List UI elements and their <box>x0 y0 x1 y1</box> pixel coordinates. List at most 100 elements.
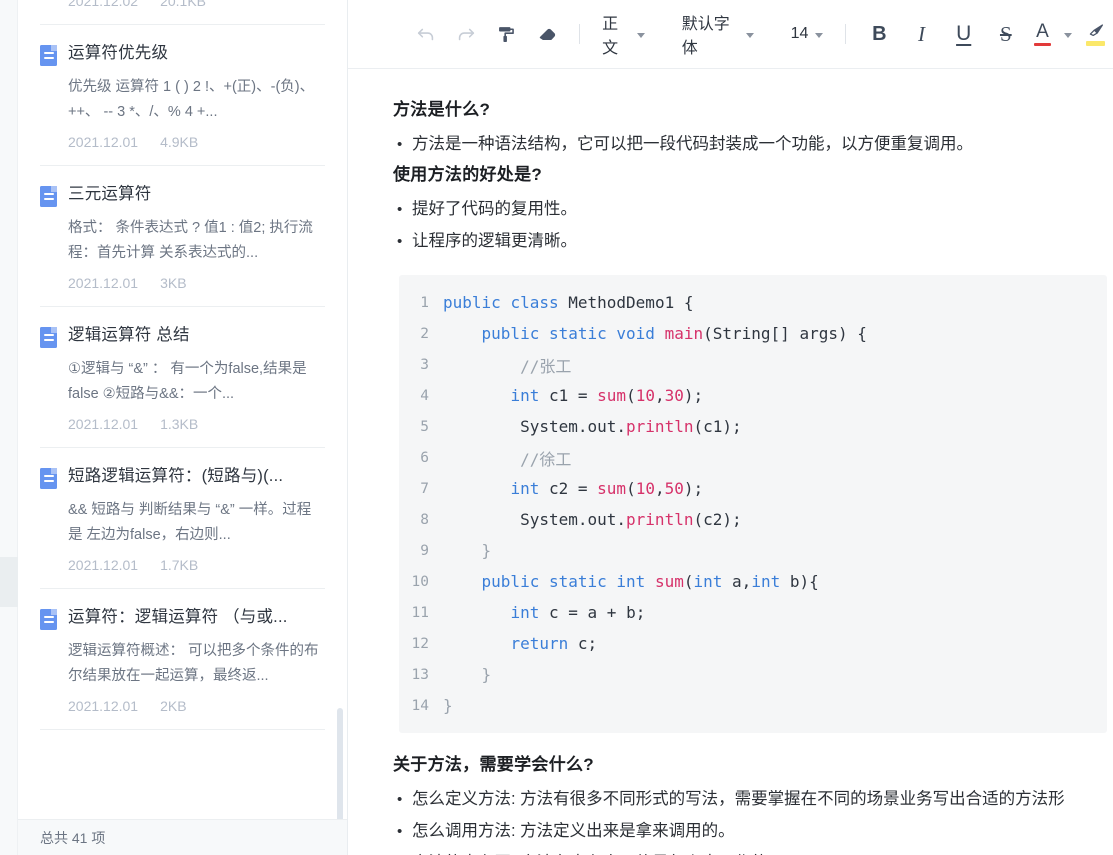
code-token: return <box>510 634 569 653</box>
code-line-text: return c; <box>443 634 597 653</box>
code-token: c; <box>568 634 598 653</box>
file-item-meta: 2021.12.01 1.3KB <box>68 416 325 432</box>
code-line: 6 //徐工 <box>399 442 1107 473</box>
file-item-meta: 2021.12.01 1.7KB <box>68 557 325 573</box>
code-token: public <box>481 572 540 591</box>
chevron-down-icon <box>746 32 755 38</box>
code-line: 10 public static int sum(int a,int b){ <box>399 566 1107 597</box>
strikethrough-button[interactable]: S <box>985 12 1027 56</box>
code-token: ( <box>626 479 636 498</box>
font-color-button[interactable]: A <box>1027 12 1058 56</box>
highlight-color-swatch <box>1086 40 1106 46</box>
code-line: 11 int c = a + b; <box>399 597 1107 628</box>
code-line: 1 public class MethodDemo1 { <box>399 287 1107 318</box>
code-line-number: 1 <box>420 294 429 311</box>
code-line-number: 10 <box>411 573 429 590</box>
bullet-dot-icon: • <box>397 201 403 218</box>
code-token: public <box>443 293 501 312</box>
document-body[interactable]: 方法是什么? • 方法是一种语法结构，它可以把一段代码封装成一个功能，以方便重复调用… <box>348 69 1113 855</box>
paragraph-style-select[interactable]: 正文 <box>592 15 655 57</box>
code-line-text: public class MethodDemo1 { <box>443 293 693 312</box>
code-token: int <box>510 386 540 405</box>
font-family-select[interactable]: 默认字体 <box>672 15 764 57</box>
code-token: ( <box>683 572 694 591</box>
app-root: 码... } 格式2： if(条件表达式){ 代...2021.12.0220.… <box>0 0 1113 855</box>
file-list-item[interactable]: 逻辑运算符 总结 ①逻辑与 “&” ： 有一个为false,结果是false ②短… <box>40 307 325 448</box>
file-item-header: 运算符优先级 <box>40 42 325 66</box>
code-line-text: int c1 = sum(10,30); <box>443 386 703 405</box>
redo-button[interactable] <box>446 12 486 56</box>
code-line-number: 9 <box>420 542 429 559</box>
bullet-dot-icon: • <box>397 823 403 840</box>
code-token: //张工 <box>443 356 572 376</box>
document-bullet-text: 怎么调用方法: 方法定义出来是拿来调用的。 <box>412 822 735 840</box>
code-token: = <box>577 386 588 405</box>
font-family-value: 默认字体 <box>681 16 730 57</box>
code-line-number: 14 <box>411 697 429 714</box>
document-heading: 关于方法，需要学会什么? <box>393 755 594 774</box>
italic-button[interactable]: I <box>900 12 942 56</box>
file-list-item[interactable]: 码... } 格式2： if(条件表达式){ 代...2021.12.0220.… <box>40 0 325 25</box>
code-token: System.out. <box>443 510 627 529</box>
editor-toolbar: 正文 默认字体 14 B I U S A <box>348 0 1113 69</box>
font-color-swatch <box>1033 42 1051 46</box>
code-token: int <box>616 572 646 591</box>
font-size-value: 14 <box>790 25 809 42</box>
toolbar-divider-1 <box>579 24 581 44</box>
file-item-date: 2021.12.01 <box>68 698 139 714</box>
clear-format-icon[interactable] <box>527 12 567 56</box>
document-bullet-item: •方法的内存图: 方法在内存中具体是怎么去工作的。 <box>393 848 1113 855</box>
font-color-dropdown[interactable] <box>1058 12 1078 56</box>
file-list-item[interactable]: 短路逻辑运算符：(短路与)(... && 短路与 判断结果与 “&” 一样。过程是… <box>40 448 325 589</box>
file-item-meta: 2021.12.01 2KB <box>68 698 325 714</box>
file-item-snippet: 优先级 运算符 1 ( ) 2 !、+(正)、-(负)、++、 -- 3 *、/… <box>68 79 315 120</box>
code-token: ); <box>683 479 704 498</box>
highlight-color-button[interactable] <box>1078 12 1113 56</box>
chevron-down-icon <box>637 32 646 38</box>
font-size-select[interactable]: 14 <box>781 15 834 53</box>
file-list-item[interactable]: 运算符：逻辑运算符 （与或... 逻辑运算符概述： 可以把多个条件的布尔结果放在一… <box>40 589 325 730</box>
document-bullet-item: • 让程序的逻辑更清晰。 <box>393 226 1113 257</box>
document-spacer <box>393 733 1113 751</box>
code-token: println <box>626 417 694 436</box>
file-list-footer: 总共 41 项 <box>18 819 347 855</box>
document-icon <box>40 186 57 207</box>
code-token: println <box>626 510 694 529</box>
document-bullet-text: 让程序的逻辑更清晰。 <box>412 232 577 250</box>
document-bullet-text: 提好了代码的复用性。 <box>412 200 577 218</box>
code-token: public <box>481 324 540 343</box>
code-token: sum <box>654 572 684 591</box>
undo-button[interactable] <box>406 12 446 56</box>
underline-button[interactable]: U <box>943 12 985 56</box>
file-item-snippet: 逻辑运算符概述： 可以把多个条件的布尔结果放在一起运算，最终返... <box>68 643 319 684</box>
rail-selected-indicator[interactable] <box>0 557 18 607</box>
code-token: int <box>751 572 781 591</box>
code-token: int <box>693 572 723 591</box>
code-token: b; <box>616 603 646 622</box>
code-token: + <box>606 603 617 622</box>
code-line-number: 4 <box>420 387 429 404</box>
code-token: sum <box>597 479 627 498</box>
format-painter-icon[interactable] <box>487 12 527 56</box>
code-token: System.out. <box>443 417 627 436</box>
document-scroll-area[interactable]: 方法是什么? • 方法是一种语法结构，它可以把一段代码封装成一个功能，以方便重复调用… <box>348 69 1113 855</box>
bold-button[interactable]: B <box>858 12 900 56</box>
file-item-title: 逻辑运算符 总结 <box>68 326 190 344</box>
code-token: = <box>577 479 588 498</box>
file-list-item[interactable]: 运算符优先级优先级 运算符 1 ( ) 2 !、+(正)、-(负)、++、 --… <box>40 25 325 166</box>
document-icon <box>40 609 57 630</box>
code-block[interactable]: 1 public class MethodDemo1 {2 public stat… <box>399 275 1107 733</box>
file-list-scroll[interactable]: 码... } 格式2： if(条件表达式){ 代...2021.12.0220.… <box>18 0 347 819</box>
file-list-item[interactable]: 三元运算符 格式： 条件表达式 ? 值1 : 值2; 执行流程：首先计算 关系表达… <box>40 166 325 307</box>
code-token: main <box>664 324 704 343</box>
code-token: (c1); <box>693 417 742 436</box>
chevron-down-icon <box>815 32 824 38</box>
code-token: a <box>577 603 607 622</box>
code-line-text: } <box>443 696 453 715</box>
